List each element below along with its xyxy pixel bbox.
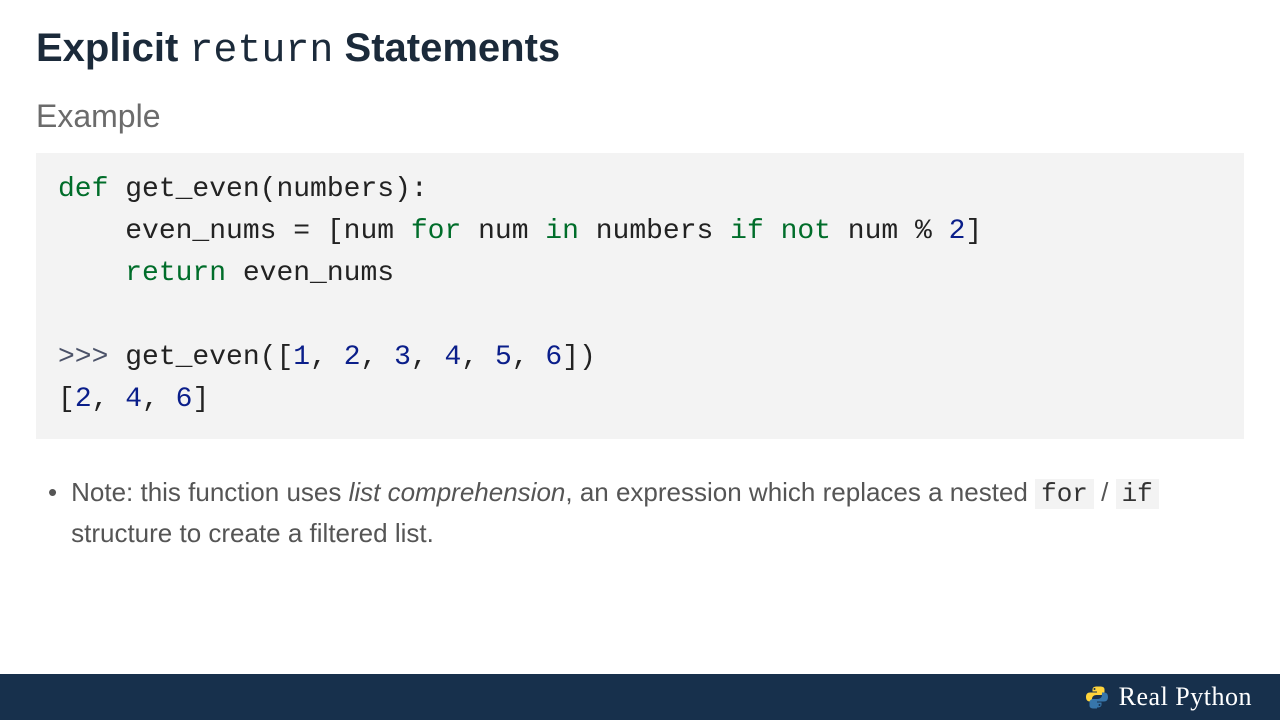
code-text: ] [965,216,982,247]
slide-content: Explicit return Statements Example def g… [0,0,1280,553]
python-logo-icon [1085,685,1109,709]
title-code-return: return [189,29,333,74]
kw-in: in [545,216,579,247]
code-text: [ [58,384,75,415]
code-text: ]) [562,342,596,373]
note-bullet: • Note: this function uses list comprehe… [36,473,1244,553]
page-title: Explicit return Statements [36,24,1244,76]
num-literal: 3 [394,342,411,373]
kw-def: def [58,174,108,205]
code-text: get_even(numbers): [108,174,427,205]
num-literal: 2 [75,384,92,415]
footer-bar: Real Python [0,674,1280,720]
code-text: , [461,342,495,373]
kw-if: if [730,216,764,247]
kw-for: for [411,216,461,247]
footer-brand: Real Python [1085,682,1252,712]
subtitle: Example [36,98,1244,135]
code-text: , [361,342,395,373]
code-text: , [310,342,344,373]
inline-code-if: if [1116,479,1159,509]
code-text [764,216,781,247]
inline-code-for: for [1035,479,1094,509]
note-slash: / [1094,477,1116,507]
slide: Explicit return Statements Example def g… [0,0,1280,720]
code-text: num [461,216,545,247]
num-literal: 4 [125,384,142,415]
num-literal: 6 [545,342,562,373]
repl-prompt: >>> [58,342,108,373]
code-text: get_even([ [108,342,293,373]
brand-text: Real Python [1119,682,1252,712]
code-text: , [411,342,445,373]
num-literal: 5 [495,342,512,373]
num-literal: 1 [293,342,310,373]
code-text: num % [831,216,949,247]
num-literal: 2 [344,342,361,373]
note-prefix: Note: this function uses [71,477,348,507]
title-part2: Statements [333,26,560,70]
code-text: ] [192,384,209,415]
code-text: even_nums [226,258,394,289]
code-text: numbers [579,216,730,247]
note-text: Note: this function uses list comprehens… [71,473,1244,553]
kw-not: not [781,216,831,247]
bullet-icon: • [48,473,57,553]
num-literal: 2 [949,216,966,247]
title-part1: Explicit [36,26,189,70]
code-text: , [512,342,546,373]
code-block: def get_even(numbers): even_nums = [num … [36,153,1244,439]
kw-return: return [58,258,226,289]
code-text: , [92,384,126,415]
note-emphasis: list comprehension [349,477,566,507]
code-text: , [142,384,176,415]
note-mid: , an expression which replaces a nested [565,477,1035,507]
num-literal: 4 [445,342,462,373]
note-tail: structure to create a filtered list. [71,518,434,548]
num-literal: 6 [176,384,193,415]
code-text: even_nums = [num [58,216,411,247]
